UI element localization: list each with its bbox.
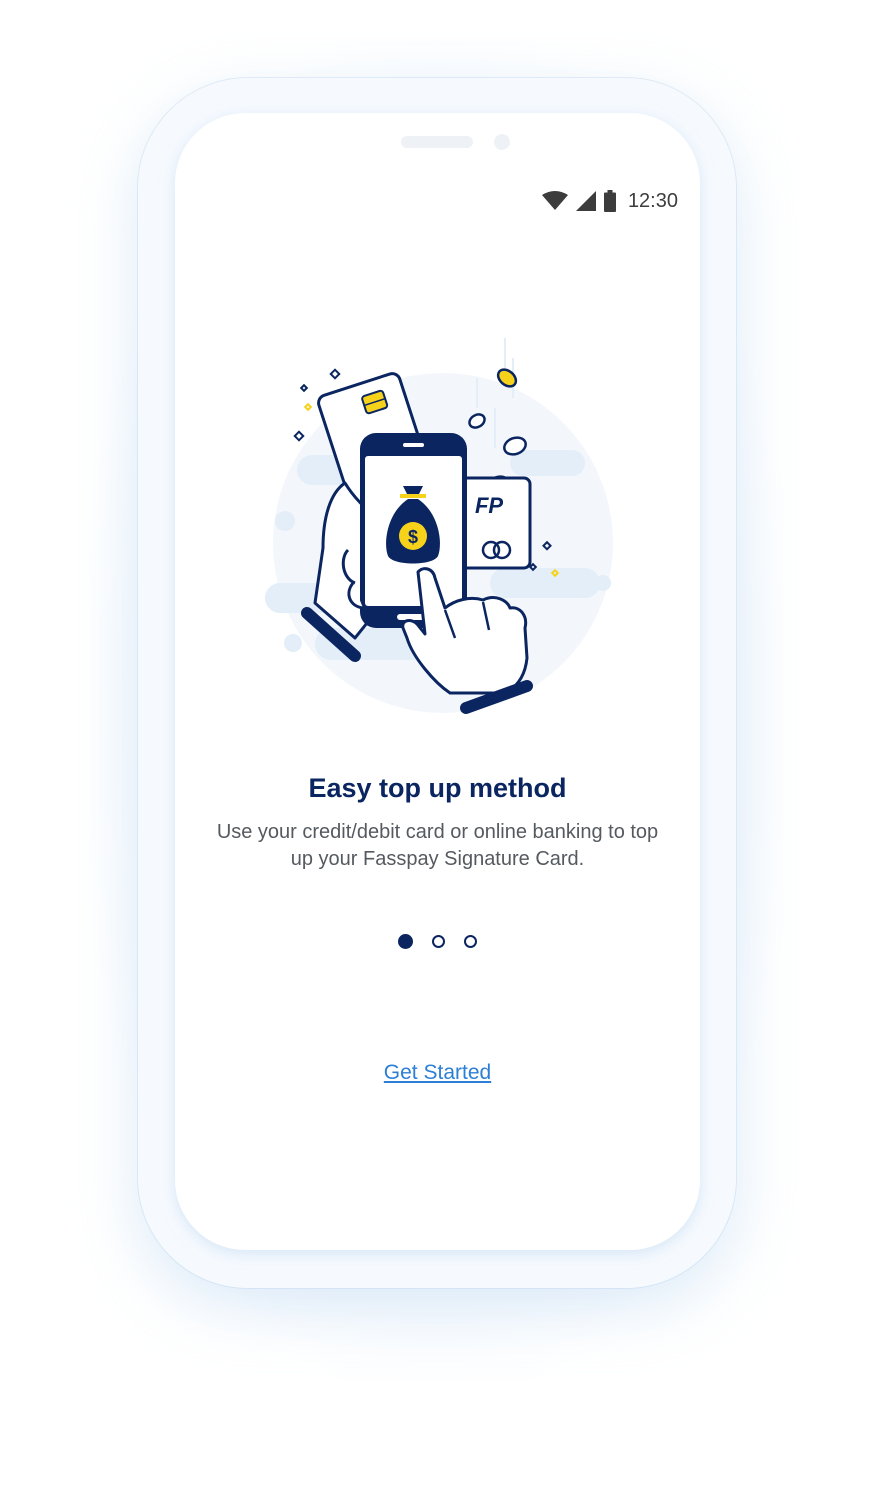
battery-icon <box>603 190 616 212</box>
svg-text:$: $ <box>408 527 418 547</box>
page-indicator <box>175 934 700 949</box>
cta-container: Get Started <box>175 1061 700 1085</box>
wifi-icon <box>541 191 568 210</box>
status-bar: 12:30 <box>541 187 678 215</box>
top-up-illustration: FP $ <box>265 338 613 714</box>
get-started-link[interactable]: Get Started <box>384 1061 491 1084</box>
onboarding-description: Use your credit/debit card or online ban… <box>216 821 659 870</box>
page-dot-1[interactable] <box>398 934 413 949</box>
onboarding-title: Easy top up method <box>308 773 567 803</box>
page-dot-2[interactable] <box>432 935 445 948</box>
cellular-signal-icon <box>575 191 596 211</box>
status-time: 12:30 <box>627 189 678 212</box>
card-logo: FP <box>475 493 503 518</box>
front-camera <box>494 134 510 150</box>
stage: 12:30 FP $ Easy top up method Use your c… <box>0 0 874 1486</box>
speaker-grille <box>401 136 473 148</box>
phone-screen: 12:30 FP $ Easy top up method Use your c… <box>175 113 700 1250</box>
page-dot-3[interactable] <box>464 935 477 948</box>
